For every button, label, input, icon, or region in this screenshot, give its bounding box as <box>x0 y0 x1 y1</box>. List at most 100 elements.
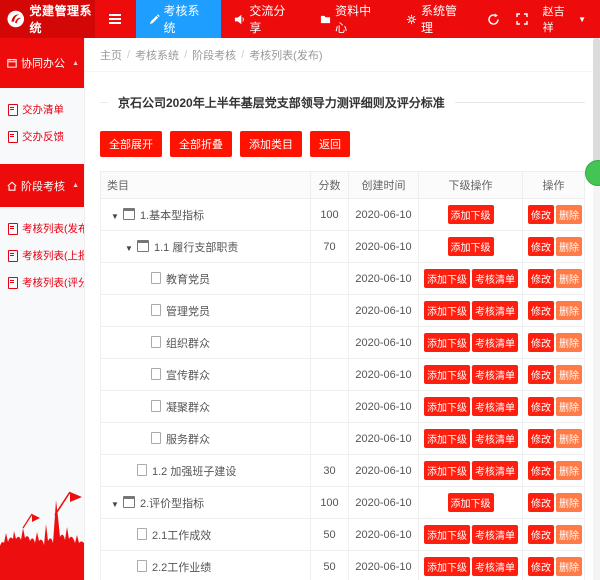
delete-button[interactable]: 删除 <box>556 269 582 288</box>
breadcrumb-item-1[interactable]: 主页 <box>100 47 122 63</box>
sub-action-button-添加下级[interactable]: 添加下级 <box>424 269 470 288</box>
delete-button[interactable]: 删除 <box>556 429 582 448</box>
topnav-item-1[interactable]: 考核系统 <box>136 0 222 38</box>
modify-button[interactable]: 修改 <box>528 269 554 288</box>
delete-button[interactable]: 删除 <box>556 205 582 224</box>
modify-button[interactable]: 修改 <box>528 493 554 512</box>
document-icon <box>8 250 18 262</box>
date-cell: 2020-06-10 <box>349 199 419 231</box>
sub-action-button-添加下级[interactable]: 添加下级 <box>448 237 494 256</box>
file-icon <box>137 528 147 540</box>
scrollbar[interactable] <box>593 38 600 580</box>
file-icon <box>151 432 161 444</box>
table-header-row: 类目分数创建时间下级操作操作 <box>101 172 585 199</box>
sub-action-button-考核清单[interactable]: 考核清单 <box>472 525 518 544</box>
score-cell: 50 <box>311 519 349 551</box>
sidebar-item-考核列表(上报)[interactable]: 考核列表(上报) <box>0 242 84 269</box>
delete-button[interactable]: 删除 <box>556 301 582 320</box>
sub-action-button-添加下级[interactable]: 添加下级 <box>424 397 470 416</box>
sub-action-button-添加下级[interactable]: 添加下级 <box>424 557 470 576</box>
sub-action-button-考核清单[interactable]: 考核清单 <box>472 397 518 416</box>
app-title: 党建管理系统 <box>29 2 95 36</box>
toolbar-button-全部展开[interactable]: 全部展开 <box>100 131 162 157</box>
sub-action-button-考核清单[interactable]: 考核清单 <box>472 429 518 448</box>
sidebar-section-1[interactable]: 协同办公▲ <box>0 38 84 88</box>
sub-action-button-添加下级[interactable]: 添加下级 <box>424 429 470 448</box>
topnav-item-3[interactable]: 资料中心 <box>307 0 393 38</box>
modify-button[interactable]: 修改 <box>528 301 554 320</box>
sidebar-section-2[interactable]: 阶段考核▲ <box>0 164 84 207</box>
user-menu[interactable]: 赵吉祥 ▼ <box>537 0 600 38</box>
modify-button[interactable]: 修改 <box>528 397 554 416</box>
sub-action-button-添加下级[interactable]: 添加下级 <box>424 333 470 352</box>
sub-action-button-考核清单[interactable]: 考核清单 <box>472 333 518 352</box>
toolbar-button-添加类目[interactable]: 添加类目 <box>240 131 302 157</box>
modify-button[interactable]: 修改 <box>528 429 554 448</box>
delete-button[interactable]: 删除 <box>556 365 582 384</box>
menu-toggle-icon[interactable] <box>95 0 136 38</box>
delete-button[interactable]: 删除 <box>556 493 582 512</box>
node-icon <box>123 208 135 220</box>
refresh-icon[interactable] <box>479 0 508 38</box>
actions-cell: 修改删除 <box>523 199 585 231</box>
toolbar-button-返回[interactable]: 返回 <box>310 131 350 157</box>
sub-action-button-考核清单[interactable]: 考核清单 <box>472 269 518 288</box>
sidebar-section-label: 协同办公 <box>21 55 68 71</box>
modify-button[interactable]: 修改 <box>528 365 554 384</box>
sub-action-button-添加下级[interactable]: 添加下级 <box>424 461 470 480</box>
modify-button[interactable]: 修改 <box>528 557 554 576</box>
delete-button[interactable]: 删除 <box>556 237 582 256</box>
breadcrumb: 主页/考核系统/阶段考核/考核列表(发布) <box>85 38 600 72</box>
delete-button[interactable]: 删除 <box>556 397 582 416</box>
date-cell: 2020-06-10 <box>349 519 419 551</box>
category-name: 1.基本型指标 <box>140 210 204 222</box>
sub-action-button-添加下级[interactable]: 添加下级 <box>448 205 494 224</box>
sub-action-button-考核清单[interactable]: 考核清单 <box>472 301 518 320</box>
modify-button[interactable]: 修改 <box>528 461 554 480</box>
category-name: 管理党员 <box>166 306 210 318</box>
modify-button[interactable]: 修改 <box>528 237 554 256</box>
modify-button[interactable]: 修改 <box>528 333 554 352</box>
delete-button[interactable]: 删除 <box>556 333 582 352</box>
fullscreen-icon[interactable] <box>508 0 537 38</box>
topnav-item-4[interactable]: 系统管理 <box>393 0 479 38</box>
actions-cell: 修改删除 <box>523 359 585 391</box>
sub-action-button-添加下级[interactable]: 添加下级 <box>424 301 470 320</box>
score-cell: 70 <box>311 231 349 263</box>
sidebar-item-label: 考核列表(评分) <box>22 275 85 290</box>
sidebar-item-交办反馈[interactable]: 交办反馈 <box>0 123 84 150</box>
sub-action-button-添加下级[interactable]: 添加下级 <box>448 493 494 512</box>
category-name: 2.2工作业绩 <box>152 562 211 574</box>
scrollbar-thumb[interactable] <box>593 38 600 168</box>
sub-action-button-添加下级[interactable]: 添加下级 <box>424 525 470 544</box>
sub-action-button-考核清单[interactable]: 考核清单 <box>472 461 518 480</box>
sidebar-item-考核列表(评分)[interactable]: 考核列表(评分) <box>0 269 84 296</box>
tree-expand-caret-icon[interactable]: ▼ <box>111 212 123 221</box>
tree-expand-caret-icon[interactable]: ▼ <box>111 500 123 509</box>
sub-action-button-添加下级[interactable]: 添加下级 <box>424 365 470 384</box>
delete-button[interactable]: 删除 <box>556 525 582 544</box>
delete-button[interactable]: 删除 <box>556 557 582 576</box>
delete-button[interactable]: 删除 <box>556 461 582 480</box>
modify-button[interactable]: 修改 <box>528 525 554 544</box>
tree-expand-caret-icon[interactable]: ▼ <box>125 244 137 253</box>
title-divider: 京石公司2020年上半年基层党支部领导力测评细则及评分标准 <box>100 102 585 117</box>
actions-cell: 修改删除 <box>523 327 585 359</box>
score-cell: 50 <box>311 551 349 580</box>
breadcrumb-item-3[interactable]: 阶段考核 <box>192 47 236 63</box>
date-cell: 2020-06-10 <box>349 551 419 580</box>
sub-actions-cell: 添加下级 <box>419 231 523 263</box>
topnav-item-2[interactable]: 交流分享 <box>221 0 307 38</box>
sub-actions-cell: 添加下级考核清单 <box>419 327 523 359</box>
toolbar-button-全部折叠[interactable]: 全部折叠 <box>170 131 232 157</box>
sub-action-button-考核清单[interactable]: 考核清单 <box>472 557 518 576</box>
sub-action-button-考核清单[interactable]: 考核清单 <box>472 365 518 384</box>
file-icon <box>151 336 161 348</box>
sidebar-item-交办清单[interactable]: 交办清单 <box>0 96 84 123</box>
modify-button[interactable]: 修改 <box>528 205 554 224</box>
megaphone-icon <box>234 14 245 25</box>
sub-actions-cell: 添加下级考核清单 <box>419 359 523 391</box>
sidebar-item-考核列表(发布)[interactable]: 考核列表(发布) <box>0 215 84 242</box>
breadcrumb-item-2[interactable]: 考核系统 <box>135 47 179 63</box>
date-cell: 2020-06-10 <box>349 327 419 359</box>
